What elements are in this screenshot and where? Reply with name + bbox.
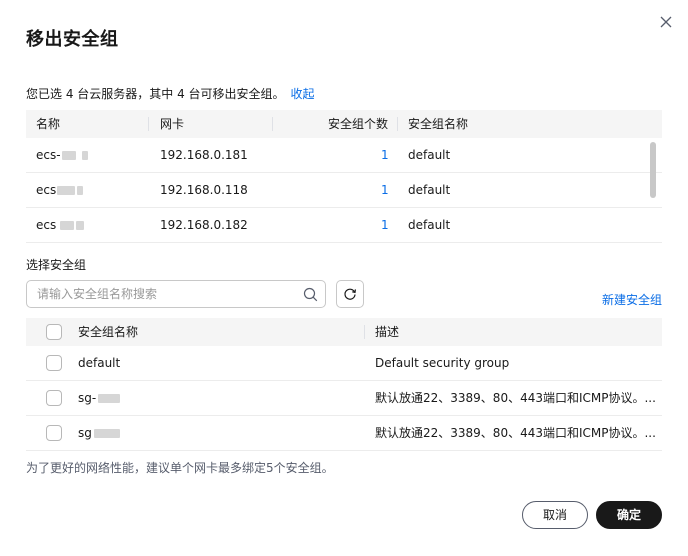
header-sg-count: 安全组个数: [328, 117, 389, 131]
sg-count[interactable]: 1: [381, 208, 389, 243]
server-nic: 192.168.0.182: [160, 218, 248, 232]
select-all-checkbox[interactable]: [46, 324, 62, 340]
refresh-button[interactable]: [336, 280, 364, 308]
sg-table-header: 安全组名称 描述: [26, 318, 662, 346]
server-name: ecs-: [36, 138, 88, 173]
server-name: ecs: [36, 208, 85, 243]
create-security-group-link[interactable]: 新建安全组: [602, 291, 662, 308]
binding-hint: 为了更好的网络性能，建议单个网卡最多绑定5个安全组。: [26, 461, 334, 475]
row-checkbox[interactable]: [46, 355, 62, 371]
sg-search-box: [26, 280, 326, 308]
server-table: 名称 网卡 安全组个数 安全组名称 ecs- 192.168.0.181 1 d…: [26, 110, 662, 243]
header-nic: 网卡: [160, 117, 185, 131]
close-button[interactable]: [658, 14, 674, 30]
confirm-button[interactable]: 确定: [596, 501, 662, 529]
security-group-table: 安全组名称 描述 default Default security group …: [26, 318, 662, 451]
selection-summary: 您已选 4 台云服务器，其中 4 台可移出安全组。 收起: [26, 85, 315, 102]
server-name: ecs: [36, 173, 84, 208]
sg-description: 默认放通22、3389、80、443端口和ICMP协议。...: [375, 426, 656, 440]
select-sg-label: 选择安全组: [26, 258, 87, 272]
header-name: 名称: [36, 117, 61, 131]
header-sg-name: 安全组名称: [78, 325, 139, 339]
table-row: ecs 192.168.0.182 1 default: [26, 208, 662, 243]
sg-count[interactable]: 1: [381, 173, 389, 208]
server-table-header: 名称 网卡 安全组个数 安全组名称: [26, 110, 662, 138]
sg-name: default: [408, 183, 451, 197]
search-icon[interactable]: [303, 287, 318, 302]
sg-description: Default security group: [375, 356, 510, 370]
sg-description: 默认放通22、3389、80、443端口和ICMP协议。...: [375, 391, 656, 405]
server-table-scrollbar[interactable]: [650, 142, 656, 198]
close-icon: [660, 16, 672, 28]
table-row[interactable]: sg 默认放通22、3389、80、443端口和ICMP协议。...: [26, 416, 662, 451]
table-row: ecs 192.168.0.118 1 default: [26, 173, 662, 208]
refresh-icon: [344, 288, 356, 300]
server-nic: 192.168.0.181: [160, 148, 248, 162]
sg-name: default: [408, 148, 451, 162]
summary-text: 您已选 4 台云服务器，其中 4 台可移出安全组。: [26, 87, 285, 101]
remove-security-group-dialog: 移出安全组 您已选 4 台云服务器，其中 4 台可移出安全组。 收起 名称 网卡 …: [0, 0, 688, 556]
table-row[interactable]: sg- 默认放通22、3389、80、443端口和ICMP协议。...: [26, 381, 662, 416]
collapse-link[interactable]: 收起: [291, 87, 315, 101]
sg-search-input[interactable]: [37, 281, 297, 307]
header-sg-name: 安全组名称: [408, 117, 469, 131]
table-row[interactable]: default Default security group: [26, 346, 662, 381]
row-checkbox[interactable]: [46, 390, 62, 406]
table-row: ecs- 192.168.0.181 1 default: [26, 138, 662, 173]
sg-name: sg-: [78, 381, 121, 416]
header-description: 描述: [375, 325, 400, 339]
sg-name: default: [78, 356, 121, 370]
sg-name: default: [408, 218, 451, 232]
sg-count[interactable]: 1: [381, 138, 389, 173]
row-checkbox[interactable]: [46, 425, 62, 441]
cancel-button[interactable]: 取消: [522, 501, 588, 529]
sg-name: sg: [78, 416, 120, 451]
server-nic: 192.168.0.118: [160, 183, 248, 197]
dialog-title: 移出安全组: [26, 29, 119, 50]
